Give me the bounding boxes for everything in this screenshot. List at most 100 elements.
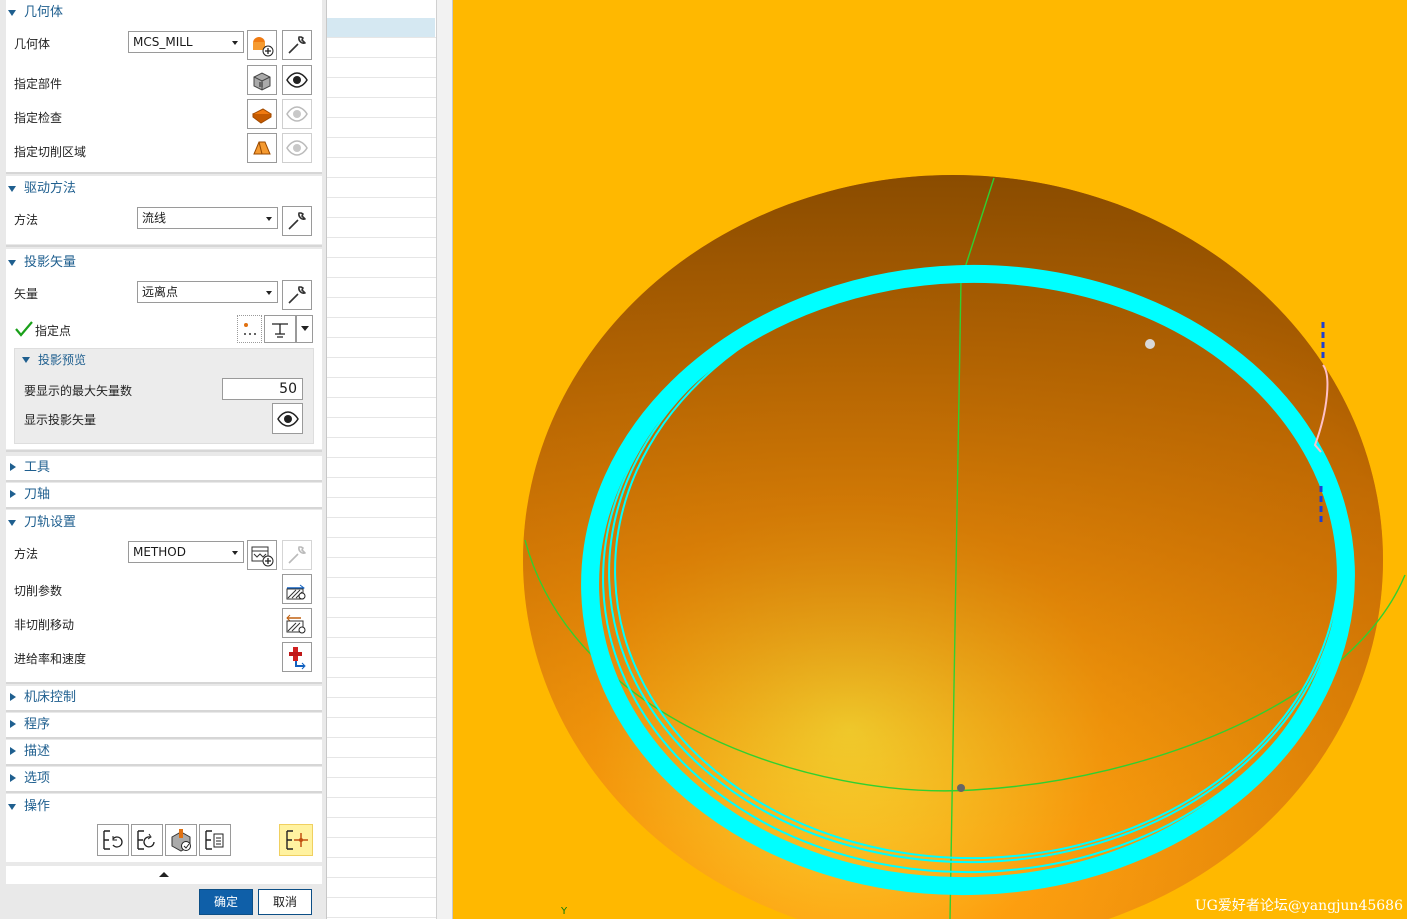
divider: [6, 791, 322, 793]
selected-list-row[interactable]: [327, 18, 435, 37]
drive-method-header[interactable]: 驱动方法: [0, 178, 76, 200]
vector-select[interactable]: 远离点: [137, 281, 278, 303]
list-row-line: [327, 197, 436, 198]
new-method-button[interactable]: [247, 540, 277, 570]
list-row-line: [327, 137, 436, 138]
specified-point-marker[interactable]: [1145, 339, 1155, 349]
list-row-line: [327, 297, 436, 298]
max-vectors-label: 要显示的最大矢量数: [24, 384, 133, 398]
specify-check-label: 指定检查: [14, 111, 63, 125]
divider: [6, 480, 322, 482]
new-geometry-button[interactable]: [247, 30, 277, 60]
list-row-line: [327, 857, 436, 858]
actions-header[interactable]: 操作: [0, 796, 50, 818]
ok-button[interactable]: 确定: [199, 889, 253, 915]
program-group: [6, 713, 322, 737]
wrench-icon: [288, 36, 306, 54]
replay-button[interactable]: [131, 824, 163, 856]
select-check-button[interactable]: [247, 99, 277, 129]
display-part-button[interactable]: [282, 65, 312, 95]
projection-vector-header[interactable]: 投影矢量: [0, 252, 76, 274]
model-view[interactable]: [453, 0, 1407, 919]
list-row-line: [327, 157, 436, 158]
point-icon: [243, 323, 256, 335]
divider: [6, 245, 322, 247]
non-cut-moves-icon: [286, 614, 306, 634]
list-row-line: [327, 337, 436, 338]
max-vectors-input[interactable]: 50: [222, 378, 303, 400]
navigator-list[interactable]: [327, 0, 437, 919]
non-cut-moves-button[interactable]: [282, 608, 312, 638]
list-row-line: [327, 457, 436, 458]
divider: [6, 450, 322, 452]
generate-button[interactable]: [97, 824, 129, 856]
eye-icon-disabled: [286, 106, 308, 122]
confirm-toolpath-icon: [286, 830, 308, 850]
specify-cut-area-label: 指定切削区域: [14, 145, 87, 159]
wrench-icon: [288, 286, 306, 304]
confirm-toolpath-button[interactable]: [279, 824, 313, 856]
list-row-line: [327, 57, 436, 58]
list-row-line: [327, 617, 436, 618]
list-row-line: [327, 37, 436, 38]
chevron-down-icon: [300, 326, 309, 331]
verify-button[interactable]: [165, 824, 197, 856]
eye-icon: [286, 72, 308, 88]
actions-group: [6, 794, 322, 862]
options-header[interactable]: 选项: [0, 768, 50, 790]
cut-area-icon: [253, 141, 271, 155]
list-row-line: [327, 697, 436, 698]
drive-method-select[interactable]: 流线: [137, 207, 278, 229]
wrench-icon: [288, 212, 306, 230]
list-row-line: [327, 517, 436, 518]
geometry-select[interactable]: MCS_MILL: [128, 31, 244, 53]
vector-label: 矢量: [14, 287, 39, 301]
list-row-line: [327, 177, 436, 178]
point-type-dropdown[interactable]: [296, 315, 313, 343]
edit-method-button[interactable]: [282, 540, 312, 570]
description-group: [6, 740, 322, 764]
select-cut-area-button[interactable]: [247, 133, 277, 163]
point-dialog-button[interactable]: [237, 315, 262, 343]
y-axis-label: Y: [561, 906, 568, 917]
machine-control-header[interactable]: 机床控制: [0, 687, 76, 709]
display-cut-area-button[interactable]: [282, 133, 312, 163]
cancel-button[interactable]: 取消: [258, 889, 312, 915]
cut-params-button[interactable]: [282, 574, 312, 604]
divider: [6, 737, 322, 739]
edit-vector-button[interactable]: [282, 280, 312, 310]
list-row-line: [327, 117, 436, 118]
tool-axis-header[interactable]: 刀轴: [0, 484, 50, 506]
generate-icon: [103, 830, 123, 850]
path-method-select[interactable]: METHOD: [128, 541, 244, 563]
drive-method-label: 方法: [14, 213, 39, 227]
list-icon: [205, 830, 224, 850]
select-part-button[interactable]: [247, 65, 277, 95]
description-header[interactable]: 描述: [0, 741, 50, 763]
splitter[interactable]: [437, 0, 453, 919]
list-row-line: [327, 377, 436, 378]
graphics-viewport[interactable]: Y UG爱好者论坛@yangjun45686: [453, 0, 1407, 919]
specify-point-label: 指定点: [35, 324, 72, 338]
edit-drive-method-button[interactable]: [282, 206, 312, 236]
collapse-bar[interactable]: [6, 866, 322, 884]
part-icon: [253, 72, 271, 91]
show-vectors-button[interactable]: [272, 403, 303, 434]
list-row-line: [327, 417, 436, 418]
feeds-speeds-button[interactable]: [282, 642, 312, 672]
chevron-up-icon: [159, 872, 169, 877]
list-row-line: [327, 497, 436, 498]
list-button[interactable]: [199, 824, 231, 856]
list-row-line: [327, 217, 436, 218]
geometry-group-header[interactable]: 几何体: [0, 2, 63, 24]
point-type-button[interactable]: [264, 315, 296, 343]
list-row-line: [327, 777, 436, 778]
tool-header[interactable]: 工具: [0, 457, 50, 479]
projection-preview-header[interactable]: 投影预览: [14, 349, 86, 371]
path-settings-header[interactable]: 刀轨设置: [0, 512, 76, 534]
program-header[interactable]: 程序: [0, 714, 50, 736]
list-row-line: [327, 77, 436, 78]
display-check-button[interactable]: [282, 99, 312, 129]
edit-geometry-button[interactable]: [282, 30, 312, 60]
replay-icon: [137, 830, 155, 850]
